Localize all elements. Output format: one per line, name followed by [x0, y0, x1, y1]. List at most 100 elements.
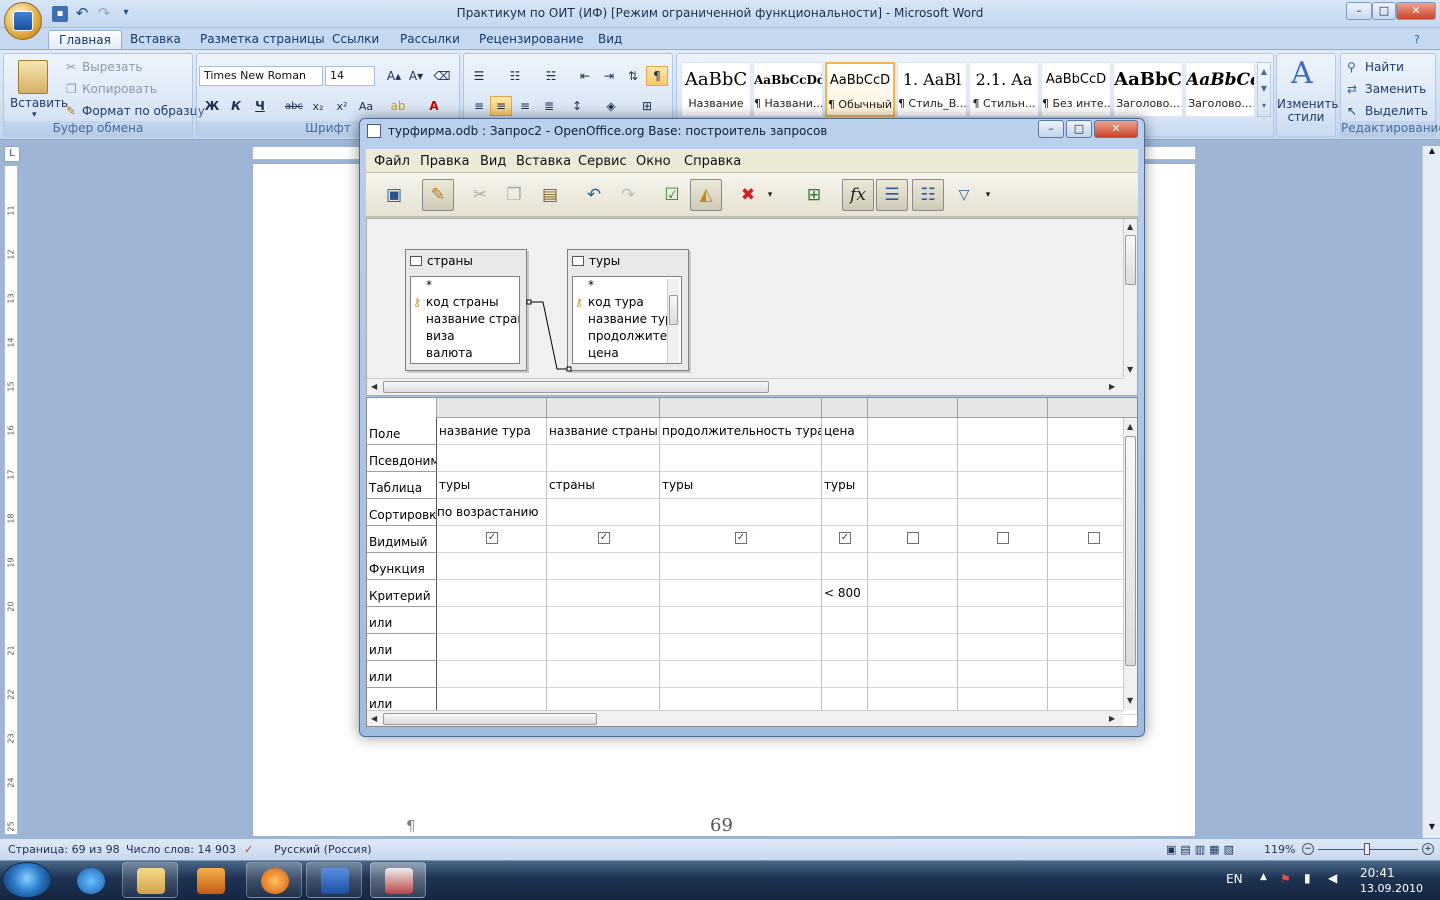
criteria-cell[interactable]	[958, 580, 1048, 607]
field-cell[interactable]: цена	[822, 418, 868, 445]
strikethrough-icon[interactable]: abc	[283, 96, 305, 116]
language-status[interactable]: Русский (Россия)	[274, 843, 372, 856]
sort-cell[interactable]	[868, 499, 958, 526]
table-cell[interactable]: туры	[822, 472, 868, 499]
function-cell[interactable]	[547, 553, 660, 580]
clock-time[interactable]: 20:41	[1360, 866, 1395, 880]
menu-tools[interactable]: Сервис	[578, 154, 627, 169]
copy-button[interactable]: Копировать	[82, 82, 157, 96]
align-center-icon[interactable]: ≡	[490, 96, 512, 116]
page-count[interactable]: Страница: 69 из 98	[8, 843, 120, 856]
table-cell[interactable]	[958, 472, 1048, 499]
document-scrollbar[interactable]: ▲ ▼	[1422, 146, 1440, 838]
volume-icon[interactable]: ◀	[1328, 871, 1337, 885]
undo-icon[interactable]: ↶	[578, 179, 610, 211]
alias-cell[interactable]	[958, 445, 1048, 472]
column-header[interactable]	[547, 398, 660, 418]
taskbar-firefox[interactable]	[246, 862, 302, 898]
column-header[interactable]	[660, 398, 822, 418]
zoom-in-icon[interactable]: +	[1422, 843, 1434, 855]
sort-cell[interactable]	[822, 499, 868, 526]
visible-checkbox[interactable]	[1088, 532, 1100, 544]
visible-checkbox[interactable]	[907, 532, 919, 544]
network-icon[interactable]: ▮	[1304, 871, 1311, 885]
grid-h-scrollbar[interactable]: ◀ ▶	[367, 710, 1123, 726]
or-cell[interactable]	[958, 634, 1048, 661]
function-cell[interactable]	[660, 553, 822, 580]
visible-cell[interactable]	[868, 526, 958, 553]
minimize-button[interactable]: –	[1346, 2, 1372, 20]
or-cell[interactable]	[822, 661, 868, 688]
or-cell[interactable]	[958, 607, 1048, 634]
column-header[interactable]	[822, 398, 868, 418]
paste-icon[interactable]	[18, 60, 48, 94]
style-normal[interactable]: AaBbCcD ¶ Обычный	[825, 62, 895, 117]
table-cell[interactable]: туры	[660, 472, 822, 499]
save-query-icon[interactable]: ▣	[378, 179, 410, 211]
scroll-up-icon[interactable]: ▲	[1425, 146, 1439, 160]
italic-button[interactable]: К	[225, 96, 247, 116]
or-cell[interactable]	[868, 607, 958, 634]
table-cell[interactable]: туры	[437, 472, 547, 499]
style-heading-1[interactable]: AaBbC Заголово...	[1113, 62, 1183, 117]
function-cell[interactable]	[958, 553, 1048, 580]
sort-icon[interactable]: ⇅	[622, 66, 644, 86]
menu-file[interactable]: Файл	[374, 154, 410, 169]
add-table-icon[interactable]: ⊞	[798, 179, 830, 211]
tray-expand-icon[interactable]: ▲	[1260, 872, 1267, 882]
styles-gallery-scroll[interactable]: ▲ ▼ ▾	[1257, 62, 1271, 117]
scroll-down-icon[interactable]: ▼	[1425, 822, 1439, 836]
or-cell[interactable]	[437, 607, 547, 634]
or-cell[interactable]	[660, 634, 822, 661]
function-cell[interactable]	[822, 553, 868, 580]
visible-checkbox[interactable]: ✓	[735, 532, 747, 544]
flag-icon[interactable]: ⚑	[1280, 872, 1291, 886]
functions-icon[interactable]: fx	[842, 179, 874, 211]
taskbar-media[interactable]	[182, 862, 238, 898]
clear-query-icon[interactable]: ✖	[732, 179, 764, 211]
taskbar-ie[interactable]	[62, 862, 118, 898]
oo-minimize-button[interactable]: –	[1038, 120, 1064, 138]
find-button[interactable]: Найти	[1365, 60, 1404, 74]
sort-cell[interactable]	[958, 499, 1048, 526]
style-title[interactable]: AaBbC Название	[681, 62, 751, 117]
sort-cell[interactable]: по возрастанию	[437, 499, 547, 526]
copy-icon[interactable]: ❐	[498, 179, 530, 211]
select-button[interactable]: Выделить	[1365, 104, 1428, 118]
zoom-slider-thumb[interactable]	[1364, 843, 1370, 855]
scroll-thumb[interactable]	[1425, 614, 1439, 654]
table-cell[interactable]: страны	[547, 472, 660, 499]
clock-date[interactable]: 13.09.2010	[1360, 882, 1423, 895]
superscript-icon[interactable]: x²	[331, 96, 353, 116]
format-painter-button[interactable]: Формат по образцу	[82, 104, 205, 118]
language-indicator[interactable]: EN	[1226, 872, 1243, 886]
visible-cell[interactable]: ✓	[822, 526, 868, 553]
style-no-spacing[interactable]: AaBbCcD ¶ Без инте...	[1041, 62, 1111, 117]
clear-format-icon[interactable]: ⌫	[431, 66, 453, 86]
paste-icon[interactable]: ▤	[534, 179, 566, 211]
visible-checkbox[interactable]: ✓	[598, 532, 610, 544]
or-cell[interactable]	[868, 634, 958, 661]
style-custom-2[interactable]: 2.1. Aa ¶ Стильн...	[969, 62, 1039, 117]
taskbar-word[interactable]	[306, 862, 362, 898]
oo-close-button[interactable]: ✕	[1094, 120, 1138, 138]
menu-help[interactable]: Справка	[684, 154, 741, 169]
menu-window[interactable]: Окно	[636, 154, 671, 169]
field-cell[interactable]	[958, 418, 1048, 445]
tab-mailings[interactable]: Рассылки	[390, 30, 470, 50]
criteria-cell[interactable]	[547, 580, 660, 607]
word-count[interactable]: Число слов: 14 903	[126, 843, 236, 856]
or-cell[interactable]	[822, 634, 868, 661]
line-spacing-icon[interactable]: ↕	[566, 96, 588, 116]
field-cell[interactable]: название тура	[437, 418, 547, 445]
or-cell[interactable]	[437, 661, 547, 688]
sort-cell[interactable]	[547, 499, 660, 526]
visible-checkbox[interactable]: ✓	[486, 532, 498, 544]
show-marks-icon[interactable]: ¶	[646, 66, 668, 86]
menu-edit[interactable]: Правка	[420, 154, 469, 169]
tab-review[interactable]: Рецензирование	[469, 30, 594, 50]
style-custom-1[interactable]: 1. AaBl ¶ Стиль_В...	[897, 62, 967, 117]
menu-view[interactable]: Вид	[480, 154, 506, 169]
column-header[interactable]	[868, 398, 958, 418]
criteria-cell[interactable]	[660, 580, 822, 607]
